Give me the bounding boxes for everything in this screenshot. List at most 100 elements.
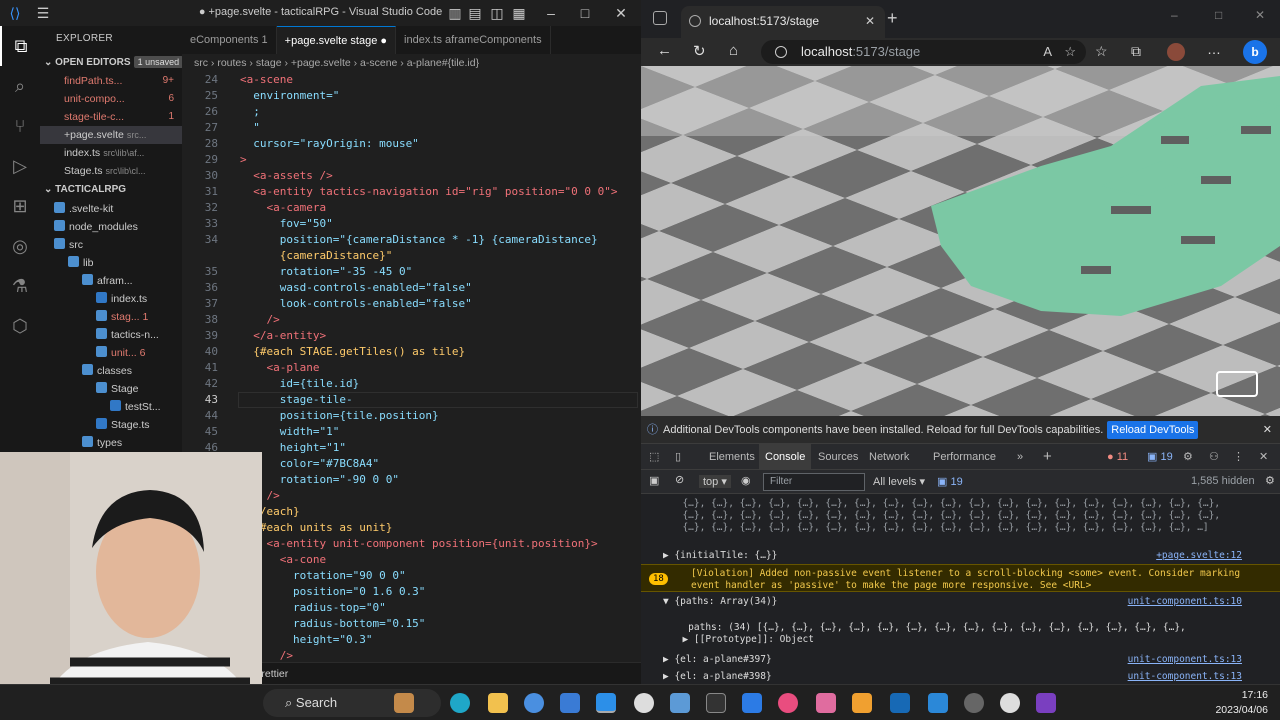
url-field[interactable]: localhost:5173/stage A ☆	[761, 40, 1086, 64]
chrome-icon[interactable]	[524, 693, 544, 713]
console-entry-paths[interactable]: ▼ {paths: Array(34)} unit-component.ts:10	[641, 596, 1280, 608]
tab-close-icon[interactable]: ✕	[865, 6, 875, 36]
open-editor-item[interactable]: index.ts src\lib\af...	[40, 144, 182, 162]
photos-icon[interactable]	[852, 693, 872, 713]
browser-minimize-icon[interactable]: –	[1171, 8, 1178, 22]
tab-elements[interactable]: Elements	[709, 444, 755, 470]
layout-panel-icon[interactable]: ▤	[466, 4, 484, 22]
open-editor-item[interactable]: unit-compo... 6	[40, 90, 182, 108]
layout-sidebar-icon[interactable]: ▥	[446, 4, 464, 22]
device-toggle-icon[interactable]: ▯	[675, 444, 681, 470]
tree-item[interactable]: types	[40, 434, 182, 452]
taskbar-clock[interactable]: 17:16 2023/04/06	[1215, 688, 1268, 718]
explorer-icon[interactable]: ⧉	[0, 26, 40, 66]
live-expression-icon[interactable]: ◉	[741, 474, 751, 487]
more-options-icon[interactable]: …	[1207, 41, 1221, 57]
new-tab-icon[interactable]: +	[887, 8, 898, 29]
tree-item[interactable]: stag... 1	[40, 308, 182, 326]
source-link[interactable]: unit-component.ts:13	[1128, 671, 1242, 683]
settings-gear-icon[interactable]: ⚙	[1183, 444, 1193, 470]
more-tabs-icon[interactable]: »	[1017, 444, 1023, 470]
edge-icon[interactable]: ◎	[0, 226, 40, 266]
notice-close-icon[interactable]: ✕	[1263, 416, 1272, 444]
tree-item[interactable]: lib	[40, 254, 182, 272]
console-entry-el[interactable]: ▶ {el: a-plane#397} unit-component.ts:13	[641, 654, 1280, 666]
project-section[interactable]: ⌄ TACTICALRPG	[40, 180, 182, 200]
source-control-icon[interactable]: ⑂	[0, 106, 40, 146]
tree-item[interactable]: afram...	[40, 272, 182, 290]
favorite-add-icon[interactable]: ☆	[1064, 40, 1076, 64]
log-levels-select[interactable]: All levels ▾	[873, 475, 925, 488]
editor-tab[interactable]: index.ts aframeComponents	[396, 26, 551, 54]
tree-item[interactable]: index.ts	[40, 290, 182, 308]
store-icon[interactable]	[560, 693, 580, 713]
tab-console[interactable]: Console	[759, 444, 812, 470]
error-count[interactable]: ● 11	[1107, 444, 1128, 470]
open-editor-item[interactable]: stage-tile-c... 1	[40, 108, 182, 126]
profile-avatar[interactable]	[1167, 43, 1185, 61]
taskbar-search[interactable]: ⌕ Search	[263, 689, 441, 717]
console-entry-el[interactable]: ▶ {el: a-plane#398} unit-component.ts:13	[641, 671, 1280, 683]
testing-icon[interactable]: ⚗	[0, 266, 40, 306]
favorites-icon[interactable]: ☆	[1095, 43, 1108, 60]
clock-app-icon[interactable]	[634, 693, 654, 713]
console-entry-initial[interactable]: ▶ {initialTile: {…}} +page.svelte:12	[641, 550, 1280, 562]
tree-item[interactable]: node_modules	[40, 218, 182, 236]
figma-icon[interactable]	[778, 693, 798, 713]
tab-network[interactable]: Network	[869, 444, 909, 470]
open-editor-item[interactable]: findPath.ts... 9+	[40, 72, 182, 90]
teams-icon[interactable]	[928, 693, 948, 713]
tree-item[interactable]: classes	[40, 362, 182, 380]
collections-icon[interactable]: ⧉	[1131, 43, 1141, 60]
tree-item[interactable]: testSt...	[40, 398, 182, 416]
open-editor-item[interactable]: +page.svelte src...	[40, 126, 182, 144]
devtools-more-icon[interactable]: ⋮	[1233, 444, 1244, 470]
tree-item[interactable]: src	[40, 236, 182, 254]
source-link[interactable]: unit-component.ts:10	[1128, 596, 1242, 608]
read-aloud-icon[interactable]: A	[1043, 40, 1052, 64]
aframe-scene-viewport[interactable]	[641, 66, 1280, 416]
message-count[interactable]: ▣ 19	[1147, 444, 1173, 470]
news-widget-icon[interactable]	[394, 693, 414, 713]
open-editor-item[interactable]: Stage.ts src\lib\cl...	[40, 162, 182, 180]
console-warning[interactable]: 18 [Violation] Added non-passive event l…	[641, 564, 1280, 592]
github-icon[interactable]	[1000, 693, 1020, 713]
tree-item[interactable]: Stage	[40, 380, 182, 398]
explorer2-icon[interactable]	[670, 693, 690, 713]
reload-devtools-button[interactable]: Reload DevTools	[1107, 421, 1199, 439]
back-icon[interactable]: ←	[657, 42, 672, 59]
sidebar-toggle-icon[interactable]: ▣	[649, 474, 659, 487]
trello-icon[interactable]	[742, 693, 762, 713]
clear-console-icon[interactable]: ⊘	[675, 473, 684, 486]
tab-performance[interactable]: Performance	[933, 444, 996, 470]
console-settings-icon[interactable]: ⚙	[1265, 474, 1275, 487]
refresh-icon[interactable]: ↻	[693, 42, 706, 60]
run-debug-icon[interactable]: ▷	[0, 146, 40, 186]
file-explorer-icon[interactable]	[488, 693, 508, 713]
layout-secondary-icon[interactable]: ◫	[488, 4, 506, 22]
devtools-close-icon[interactable]: ✕	[1259, 444, 1268, 470]
bing-icon[interactable]: b	[1243, 40, 1267, 64]
console-filter-input[interactable]: Filter	[763, 473, 865, 491]
app-icon[interactable]	[816, 693, 836, 713]
customize-layout-icon[interactable]: ▦	[510, 4, 528, 22]
site-info-icon[interactable]	[775, 46, 787, 58]
extensions-icon[interactable]: ⊞	[0, 186, 40, 226]
browser-tab[interactable]: localhost:5173/stage ✕	[681, 6, 885, 38]
onenote-icon[interactable]	[1036, 693, 1056, 713]
browser-close-icon[interactable]: ✕	[1255, 8, 1265, 22]
vscode-taskbar-icon[interactable]	[596, 693, 616, 713]
customize-icon[interactable]: ⚇	[1209, 444, 1219, 470]
inspect-icon[interactable]: ⬚	[649, 444, 659, 470]
editor-tab[interactable]: +page.svelte stage ●	[276, 26, 397, 54]
terminal-icon[interactable]	[706, 693, 726, 713]
tree-item[interactable]: tactics-n...	[40, 326, 182, 344]
tab-sources[interactable]: Sources	[818, 444, 858, 470]
tree-item[interactable]: .svelte-kit	[40, 200, 182, 218]
breadcrumb[interactable]: src › routes › stage › +page.svelte › a-…	[182, 54, 641, 72]
console-output[interactable]: {…}, {…}, {…}, {…}, {…}, {…}, {…}, {…}, …	[641, 494, 1280, 684]
browser-maximize-icon[interactable]: □	[1215, 8, 1222, 22]
edge-taskbar-icon[interactable]	[450, 693, 470, 713]
tree-item[interactable]: Stage.ts	[40, 416, 182, 434]
source-link[interactable]: unit-component.ts:13	[1128, 654, 1242, 666]
